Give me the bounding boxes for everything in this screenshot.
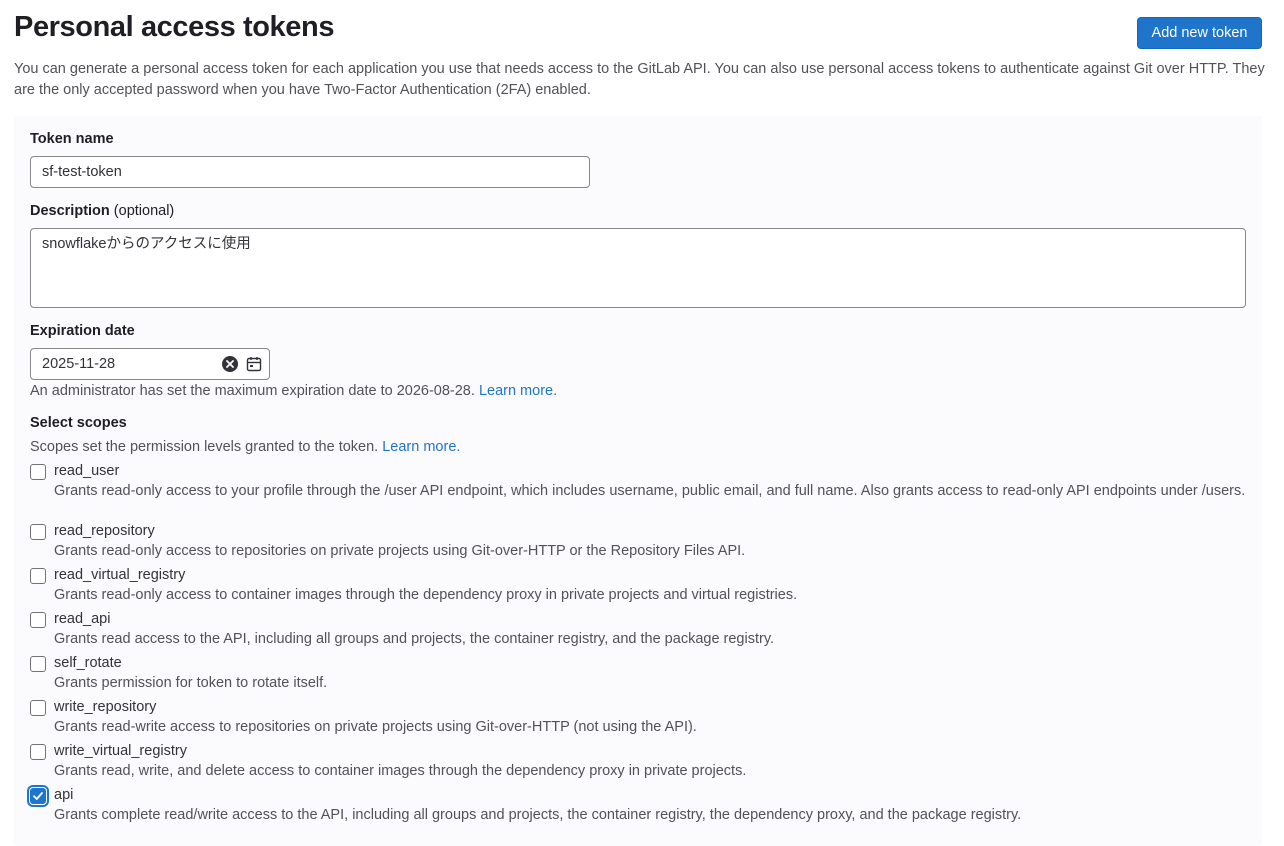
page-title: Personal access tokens [14, 11, 335, 43]
scope-checkbox[interactable] [30, 788, 46, 804]
token-form-panel [14, 116, 1262, 846]
scope-description: Grants read-only access to your profile … [54, 483, 1246, 499]
expiration-learn-more-link[interactable]: Learn more. [479, 383, 557, 399]
scope-checkbox[interactable] [30, 568, 46, 584]
scopes-help: Scopes set the permission levels granted… [30, 439, 460, 455]
scope-checkbox[interactable] [30, 744, 46, 760]
expiration-date-label: Expiration date [30, 323, 135, 339]
description-label: Description (optional) [30, 203, 174, 219]
scope-description: Grants permission for token to rotate it… [54, 675, 328, 691]
scope-checkbox[interactable] [30, 612, 46, 628]
intro-text: You can generate a personal access token… [14, 61, 1265, 98]
scope-name: write_repository [54, 699, 157, 715]
scope-checkbox[interactable] [30, 464, 46, 480]
scope-checkbox[interactable] [30, 656, 46, 672]
scope-name: write_virtual_registry [54, 743, 187, 759]
select-scopes-label: Select scopes [30, 415, 127, 431]
scope-name: read_repository [54, 523, 155, 539]
scope-description: Grants read access to the API, including… [54, 631, 775, 647]
clear-date-icon[interactable] [221, 355, 239, 378]
scope-description: Grants read-write access to repositories… [54, 719, 697, 735]
scope-name: read_user [54, 463, 120, 479]
scope-checkbox[interactable] [30, 524, 46, 540]
calendar-icon[interactable] [246, 356, 262, 377]
expiration-help: An administrator has set the maximum exp… [30, 383, 557, 399]
checkmark-icon [33, 792, 43, 800]
token-name-label: Token name [30, 131, 114, 147]
scope-checkbox[interactable] [30, 700, 46, 716]
scope-description: Grants read-only access to repositories … [54, 543, 746, 559]
description-label-text: Description [30, 203, 110, 219]
expiration-help-text: An administrator has set the maximum exp… [30, 383, 475, 399]
description-textarea[interactable]: snowflakeからのアクセスに使用 [30, 228, 1246, 308]
scopes-learn-more-link[interactable]: Learn more. [382, 439, 460, 455]
token-name-input[interactable] [30, 156, 590, 188]
scope-description: Grants read-only access to container ima… [54, 587, 798, 603]
scope-name: read_api [54, 611, 111, 627]
scope-description: Grants read, write, and delete access to… [54, 763, 747, 779]
scope-name: read_virtual_registry [54, 567, 186, 583]
scope-description: Grants complete read/write access to the… [54, 807, 1022, 823]
add-new-token-button[interactable]: Add new token [1137, 17, 1262, 49]
scopes-help-text: Scopes set the permission levels granted… [30, 439, 379, 455]
optional-hint: (optional) [113, 203, 175, 219]
scope-name: api [54, 787, 74, 803]
scope-name: self_rotate [54, 655, 122, 671]
